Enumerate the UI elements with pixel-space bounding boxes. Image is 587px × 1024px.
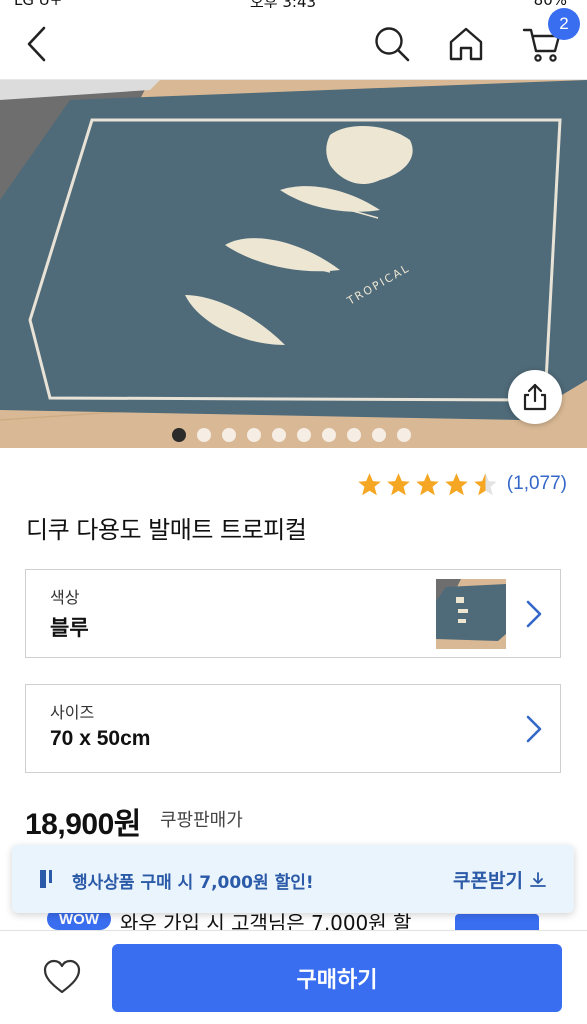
chevron-right-icon	[526, 715, 542, 743]
top-nav	[0, 8, 587, 80]
clock-text: 오후 3:43	[250, 0, 316, 8]
carousel-dot[interactable]	[247, 428, 261, 442]
review-count-link[interactable]: (1,077)	[507, 473, 567, 495]
cart-count-badge: 2	[548, 8, 580, 40]
star-full-icon	[358, 472, 381, 495]
coupon-text: 행사상품 구매 시 7,000원 할인!	[72, 873, 314, 893]
download-icon	[530, 871, 546, 887]
carousel-dot[interactable]	[397, 428, 411, 442]
carousel-dot[interactable]	[272, 428, 286, 442]
star-full-icon	[445, 472, 468, 495]
chevron-left-icon	[27, 26, 46, 62]
carousel-dot[interactable]	[322, 428, 336, 442]
color-option-selector[interactable]: 색상 블루	[25, 569, 561, 658]
carousel-dot[interactable]	[372, 428, 386, 442]
carousel-dot[interactable]	[347, 428, 361, 442]
buy-button[interactable]: 구매하기	[112, 944, 562, 1012]
product-price: 18,900원	[25, 808, 141, 841]
search-button[interactable]	[372, 22, 412, 66]
price-note: 쿠팡판매가	[160, 810, 243, 831]
chevron-right-icon	[526, 600, 542, 628]
carousel-dot[interactable]	[222, 428, 236, 442]
option-thumbnail	[436, 579, 506, 649]
carousel-dot[interactable]	[197, 428, 211, 442]
battery-text: 80%	[534, 0, 567, 8]
status-bar: LG U+ 오후 3:43 80%	[0, 0, 587, 8]
size-option-selector[interactable]: 사이즈 70 x 50cm	[25, 684, 561, 773]
share-button[interactable]	[508, 370, 562, 424]
heart-icon[interactable]	[42, 957, 82, 997]
carousel-indicator	[172, 428, 411, 442]
bottom-action-bar: 구매하기	[0, 930, 587, 1024]
star-half-icon	[474, 472, 497, 495]
search-icon	[375, 27, 410, 62]
coupon-banner[interactable]: 행사상품 구매 시 7,000원 할인! 쿠폰받기	[12, 845, 574, 913]
home-button[interactable]	[446, 22, 486, 66]
star-full-icon	[387, 472, 410, 495]
carousel-dot[interactable]	[297, 428, 311, 442]
option-value: 70 x 50cm	[50, 727, 151, 750]
option-value: 블루	[50, 617, 89, 640]
bookmark-icon	[40, 870, 52, 888]
home-icon	[449, 27, 483, 61]
get-coupon-button[interactable]: 쿠폰받기	[453, 866, 547, 893]
product-rating[interactable]: (1,077)	[356, 470, 567, 498]
carousel-dot[interactable]	[172, 428, 186, 442]
carrier-text: LG U+	[14, 0, 62, 8]
product-photo: TROPICAL	[0, 80, 587, 448]
product-title: 디쿠 다용도 발매트 트로피컬	[26, 516, 307, 544]
product-image-carousel[interactable]: TROPICAL	[0, 80, 587, 448]
share-icon	[523, 383, 547, 411]
option-label: 색상	[50, 588, 80, 607]
back-button[interactable]	[18, 22, 54, 66]
option-label: 사이즈	[50, 703, 95, 722]
star-full-icon	[416, 472, 439, 495]
get-coupon-label: 쿠폰받기	[453, 870, 523, 892]
